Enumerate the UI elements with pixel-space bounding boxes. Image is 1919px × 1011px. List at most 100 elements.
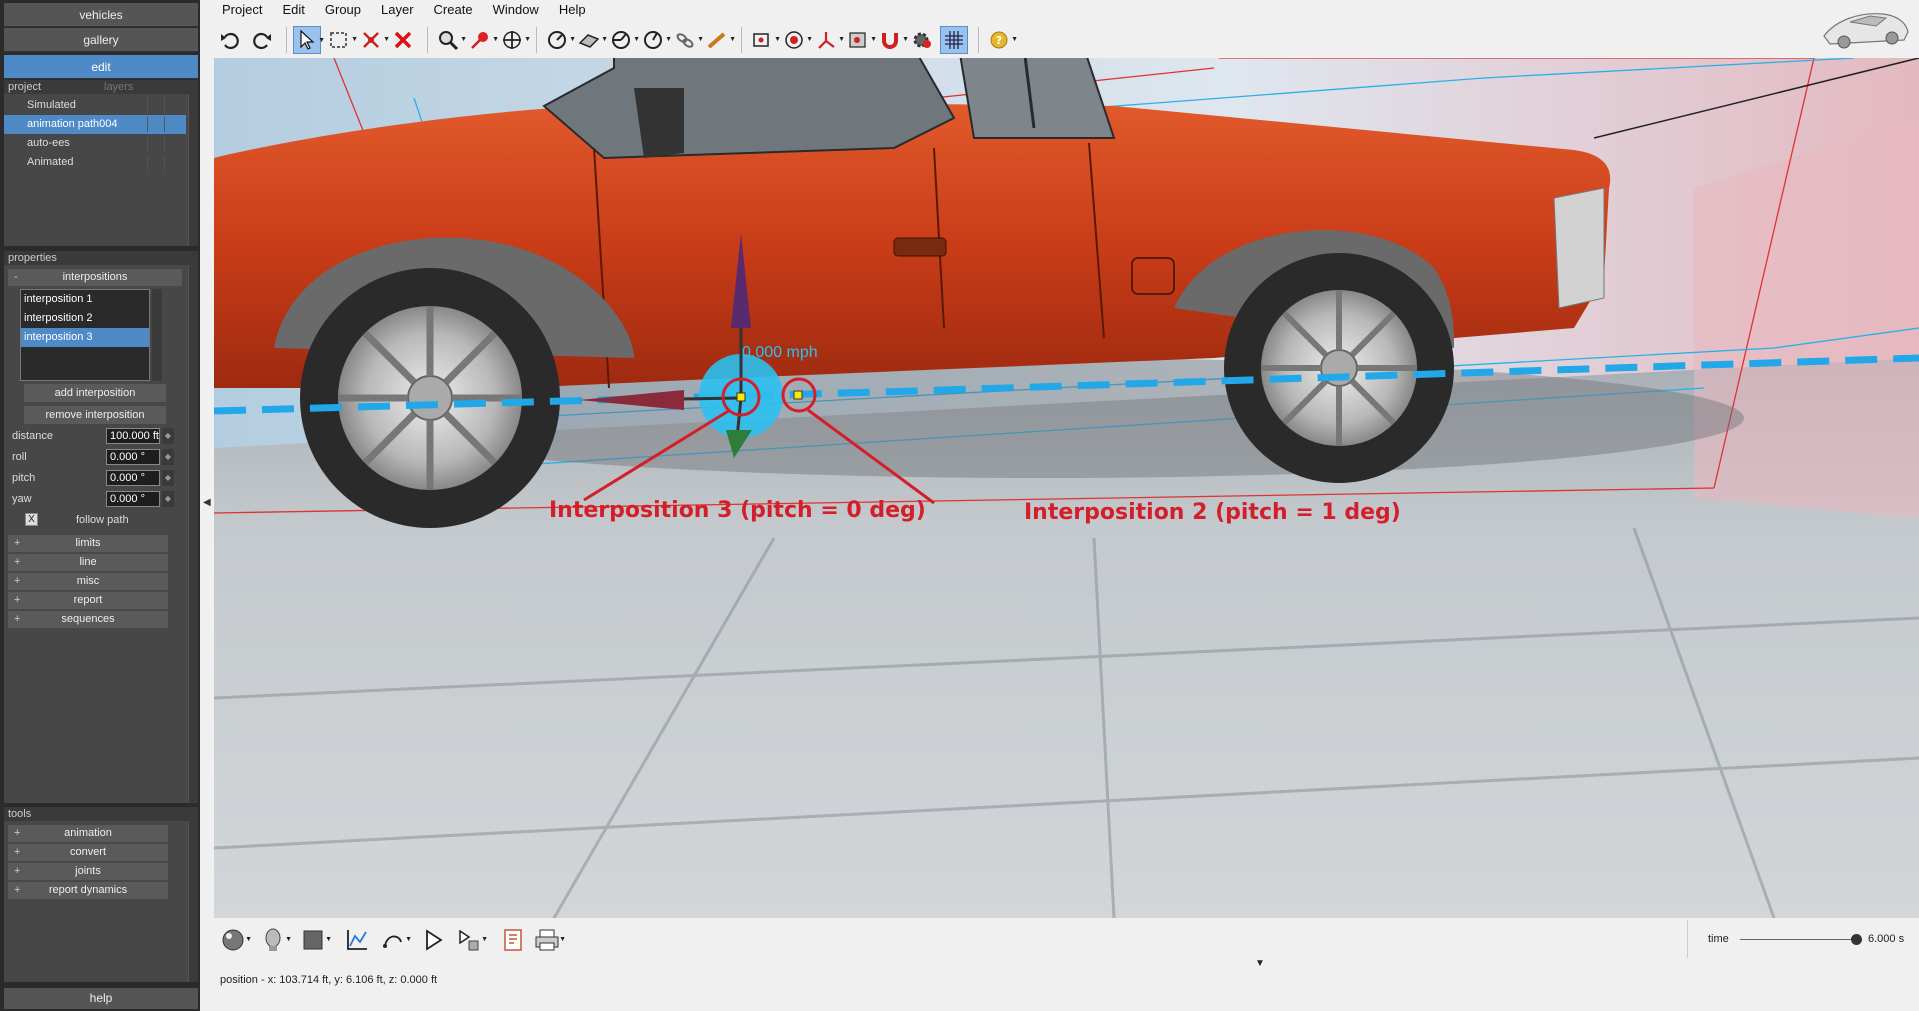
expand-timeline-arrow[interactable]: ▼: [1255, 958, 1265, 969]
interposition-item[interactable]: interposition 3: [21, 328, 149, 347]
time-slider-track[interactable]: [1740, 939, 1860, 940]
help-icon[interactable]: ? ▼: [985, 26, 1018, 54]
menu-group[interactable]: Group: [315, 0, 371, 20]
grid-icon[interactable]: [940, 26, 968, 54]
distance-field[interactable]: 100.000 ft: [106, 428, 160, 444]
angle2-icon[interactable]: ▼: [639, 26, 672, 54]
project-item[interactable]: animation path004: [4, 115, 186, 134]
background-color-icon[interactable]: ▼: [296, 926, 332, 954]
distance-spinner[interactable]: ◆: [162, 428, 174, 444]
tab-layers[interactable]: layers: [104, 80, 133, 94]
remove-interposition-button[interactable]: remove interposition: [24, 406, 166, 424]
snapshot-icon[interactable]: ▼: [844, 26, 877, 54]
add-interposition-button[interactable]: add interposition: [24, 384, 166, 402]
interposition-item[interactable]: interposition 1: [21, 290, 149, 309]
pitch-spinner[interactable]: ◆: [162, 470, 174, 486]
unlink-icon[interactable]: ▼: [357, 26, 390, 54]
yaw-field[interactable]: 0.000 °: [106, 491, 160, 507]
select-box-icon[interactable]: ▼: [325, 26, 358, 54]
status-position: position - x: 103.714 ft, y: 6.106 ft, z…: [220, 974, 438, 986]
print-icon[interactable]: ▼: [530, 926, 566, 954]
tools-section-report-dynamics[interactable]: + report dynamics: [8, 882, 168, 899]
edit-button[interactable]: edit: [4, 55, 198, 79]
collapse-panel-arrow[interactable]: ◀: [203, 497, 211, 508]
section-report[interactable]: + report: [8, 592, 168, 609]
section-misc[interactable]: + misc: [8, 573, 168, 590]
time-slider-knob[interactable]: [1850, 934, 1862, 945]
front-wheel[interactable]: [300, 268, 560, 528]
yaw-spinner[interactable]: ◆: [162, 491, 174, 507]
yaw-label: yaw: [12, 493, 32, 505]
roll-spinner[interactable]: ◆: [162, 449, 174, 465]
menu-window[interactable]: Window: [483, 0, 549, 20]
pin-icon[interactable]: ▼: [466, 26, 499, 54]
follow-path-checkbox[interactable]: X: [25, 513, 38, 526]
gear-icon[interactable]: [908, 26, 936, 54]
pitch-field[interactable]: 0.000 °: [106, 470, 160, 486]
scene-canvas[interactable]: [214, 58, 1919, 918]
measure-icon[interactable]: ▼: [543, 26, 576, 54]
menu-project[interactable]: Project: [212, 0, 272, 20]
target-icon[interactable]: ▼: [780, 26, 813, 54]
tools-section-convert[interactable]: + convert: [8, 844, 168, 861]
gallery-button[interactable]: gallery: [4, 28, 198, 52]
project-scrollbar[interactable]: [188, 94, 198, 246]
interpositions-list-scrollbar[interactable]: [152, 289, 162, 381]
redo-icon[interactable]: [248, 26, 276, 54]
interpositions-section-header[interactable]: - interpositions: [8, 269, 182, 286]
wrench-icon[interactable]: ▼: [703, 26, 736, 54]
menu-bar: Project Edit Group Layer Create Window H…: [212, 0, 596, 20]
report-icon[interactable]: [496, 926, 530, 954]
properties-scrollbar[interactable]: [188, 265, 198, 803]
roll-label: roll: [12, 451, 27, 463]
sphere-shading-icon[interactable]: ▼: [216, 926, 252, 954]
svg-text:?: ?: [996, 34, 1002, 47]
vehicles-button[interactable]: vehicles: [4, 3, 198, 27]
zoom-icon[interactable]: ▼: [434, 26, 467, 54]
interpositions-list: interposition 1 interposition 2 interpos…: [20, 289, 150, 381]
help-button[interactable]: help: [4, 988, 198, 1009]
section-line[interactable]: + line: [8, 554, 168, 571]
project-item[interactable]: auto-ees: [4, 134, 186, 153]
rear-wheel[interactable]: [1224, 253, 1454, 483]
tools-scrollbar[interactable]: [188, 821, 198, 982]
section-sequences[interactable]: + sequences: [8, 611, 168, 628]
move-icon[interactable]: ▼: [498, 26, 531, 54]
project-item-label: Simulated: [27, 99, 76, 111]
magnet-icon[interactable]: ▼: [876, 26, 909, 54]
tab-project[interactable]: project: [8, 81, 41, 93]
play-options-icon[interactable]: ▼: [452, 926, 488, 954]
play-icon[interactable]: [416, 926, 450, 954]
section-limits[interactable]: + limits: [8, 535, 168, 552]
graph-icon[interactable]: [340, 926, 374, 954]
3d-viewport[interactable]: 0.000 mph Interposition 3 (pitch = 0 deg…: [214, 58, 1919, 918]
project-pane-header: project layers: [4, 80, 198, 94]
app-logo-car-icon: [1823, 13, 1909, 49]
head-view-icon[interactable]: ▼: [256, 926, 292, 954]
time-value: 6.000 s: [1868, 933, 1905, 945]
roll-field[interactable]: 0.000 °: [106, 449, 160, 465]
project-item[interactable]: Animated: [4, 153, 186, 172]
interposition-item[interactable]: interposition 2: [21, 309, 149, 328]
angle-icon[interactable]: ▼: [607, 26, 640, 54]
time-control: time 6.000 s: [1687, 920, 1919, 958]
project-item-label: Animated: [27, 156, 74, 168]
camera-icon[interactable]: ▼: [748, 26, 781, 54]
properties-title: properties: [4, 251, 198, 265]
tools-section-joints[interactable]: + joints: [8, 863, 168, 880]
tools-section-animation[interactable]: + animation: [8, 825, 168, 842]
menu-create[interactable]: Create: [424, 0, 483, 20]
time-label: time: [1708, 933, 1729, 945]
project-pane: project layers Simulated animation path0…: [4, 80, 198, 246]
menu-edit[interactable]: Edit: [272, 0, 314, 20]
menu-layer[interactable]: Layer: [371, 0, 424, 20]
select-arrow-icon[interactable]: ▼: [293, 26, 325, 54]
delete-x-icon[interactable]: [389, 26, 417, 54]
axis-icon[interactable]: ▼: [812, 26, 845, 54]
path-tool-icon[interactable]: ▼: [376, 926, 412, 954]
chain-icon[interactable]: ▼: [671, 26, 704, 54]
menu-help[interactable]: Help: [549, 0, 596, 20]
plane-icon[interactable]: ▼: [575, 26, 608, 54]
project-item[interactable]: Simulated: [4, 96, 186, 115]
undo-icon[interactable]: [216, 26, 244, 54]
